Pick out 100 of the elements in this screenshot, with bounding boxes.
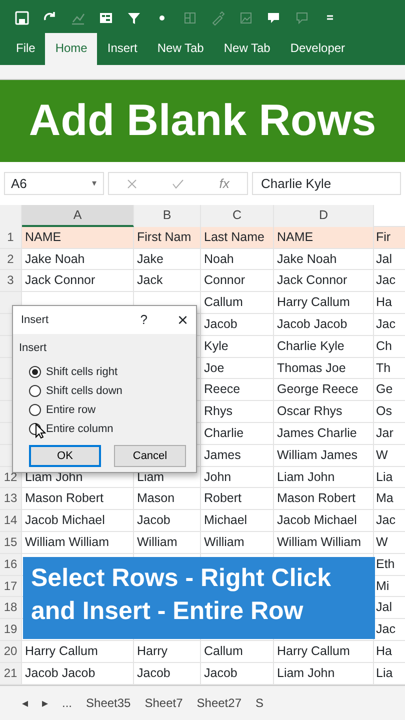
table-cell-text: Jac — [375, 316, 396, 333]
table-cell: Jake Noah — [22, 248, 134, 270]
row-header[interactable]: 2 — [0, 248, 22, 270]
table-cell: James Charlie — [274, 422, 374, 444]
close-button[interactable]: × — [177, 311, 188, 329]
formula-field[interactable]: Charlie Kyle — [252, 172, 401, 195]
table-cell-text: W — [375, 446, 389, 464]
table-cell: James — [201, 444, 274, 466]
column-header[interactable]: A — [22, 205, 134, 227]
table-cell: Oscar Rhys — [274, 401, 374, 422]
table-cell: First Nam — [134, 226, 201, 248]
sheet-nav-button[interactable]: ... — [62, 694, 72, 712]
table-cell: Jacob Jacob — [274, 314, 374, 335]
table-cell-text: Fir — [375, 228, 392, 246]
table-cell: Jake — [134, 248, 201, 270]
table-cell: George Reece — [274, 379, 374, 400]
table-cell-text: Lia — [375, 468, 394, 486]
table-cell: Mason — [134, 488, 201, 510]
sheet-nav-button[interactable]: ▸ — [42, 694, 48, 712]
table-cell-text: W — [375, 534, 389, 551]
table-cell: Jacob Michael — [274, 510, 374, 531]
image-icon[interactable] — [238, 10, 254, 26]
table-cell: Liam John — [274, 662, 374, 684]
row-header[interactable]: 17 — [0, 576, 22, 596]
row-header[interactable]: 16 — [0, 554, 22, 575]
ribbon-tab[interactable]: Developer — [280, 33, 356, 65]
ribbon-tab[interactable]: New Tab — [214, 33, 280, 65]
save-icon[interactable] — [14, 10, 30, 26]
table-cell: Jacob — [134, 510, 201, 531]
sheet-tab[interactable]: Sheet7 — [144, 694, 183, 712]
table-cell-text: Os — [375, 403, 393, 420]
column-header[interactable]: D — [274, 205, 374, 227]
caret-icon[interactable]: ▾ — [92, 176, 97, 190]
check-icon[interactable] — [172, 178, 184, 188]
column-header[interactable]: B — [134, 205, 201, 227]
table-cell: NAME — [274, 226, 374, 248]
table-cell-text: Jac — [375, 272, 396, 290]
table-cell-text: Jac — [375, 621, 396, 638]
row-header[interactable]: 20 — [0, 640, 22, 662]
row-header[interactable]: 1 — [0, 226, 22, 248]
table-cell-text: Lia — [375, 664, 394, 682]
table-cell-text: Mi — [375, 578, 390, 595]
table-cell: NAME — [22, 226, 134, 248]
table-cell: Liam John — [274, 466, 374, 488]
table-cell: Charlie Kyle — [274, 336, 374, 357]
ribbon-tab[interactable]: New Tab — [147, 33, 214, 65]
layout-icon[interactable] — [182, 10, 198, 26]
table-cell: Last Name — [201, 226, 274, 248]
table-cell: Kyle — [201, 336, 274, 357]
cancel-icon[interactable] — [126, 178, 137, 188]
table-cell-text: Eth — [375, 556, 396, 573]
sheet-nav-button[interactable]: ◂ — [22, 694, 28, 712]
table-cell: Noah — [201, 248, 274, 270]
radio-option[interactable]: Shift cells down — [13, 382, 196, 400]
sheet-tab[interactable]: Sheet27 — [196, 694, 242, 712]
cancel-button[interactable]: Cancel — [114, 444, 186, 467]
table-cell: Harry Callum — [274, 640, 374, 662]
table-cell-text: Jal — [375, 599, 393, 616]
row-header[interactable]: 19 — [0, 619, 22, 640]
ribbon-tab[interactable]: File — [6, 33, 46, 65]
table-cell: Robert — [201, 488, 274, 510]
table-cell: Jack Connor — [274, 270, 374, 292]
row-header[interactable]: 13 — [0, 488, 22, 510]
group-label: Insert — [18, 341, 48, 356]
ribbon-tab[interactable]: Insert — [97, 33, 148, 65]
table-cell: Mason Robert — [22, 488, 134, 510]
dialog-title: Insert — [21, 312, 50, 328]
table-cell-text: Ha — [375, 294, 393, 312]
ribbon-tab[interactable]: Home — [45, 33, 98, 65]
row-header[interactable]: 15 — [0, 532, 22, 553]
sheet-tab[interactable]: Sheet35 — [86, 694, 131, 712]
table-cell: William William — [274, 532, 374, 553]
table-cell: Callum — [201, 640, 274, 662]
table-cell-text: Jal — [375, 250, 393, 268]
name-box[interactable]: A6 ▾ — [4, 172, 104, 195]
sheet-tab[interactable]: S — [256, 694, 264, 712]
row-header[interactable]: 18 — [0, 597, 22, 618]
help-button[interactable]: ? — [140, 310, 148, 330]
column-header[interactable]: C — [201, 205, 274, 227]
table-cell: Harry — [134, 640, 201, 662]
row-header[interactable]: 14 — [0, 510, 22, 531]
table-cell: Jacob — [201, 662, 274, 684]
radio-option[interactable]: Entire row — [13, 400, 196, 420]
insert-function-button[interactable]: fx — [219, 174, 230, 194]
radio-option[interactable]: Shift cells right — [13, 362, 196, 382]
speech-bubble-icon[interactable] — [294, 10, 310, 26]
brush-icon[interactable] — [210, 10, 226, 26]
table-cell: William — [134, 532, 201, 553]
table-cell-text: Ge — [375, 381, 394, 398]
table-cell: Mason Robert — [274, 488, 374, 510]
table-cell: Michael — [201, 510, 274, 531]
table-cell: Jacob — [201, 314, 274, 335]
table-cell: Harry Callum — [22, 640, 134, 662]
table-cell: Rhys — [201, 401, 274, 422]
table-cell: Jack — [134, 270, 201, 292]
table-cell-text: Jac — [375, 512, 396, 530]
row-header[interactable]: 3 — [0, 270, 22, 292]
row-header[interactable]: 21 — [0, 662, 22, 684]
ok-button[interactable]: OK — [29, 444, 101, 467]
title-banner: Add Blank Rows — [0, 80, 405, 162]
